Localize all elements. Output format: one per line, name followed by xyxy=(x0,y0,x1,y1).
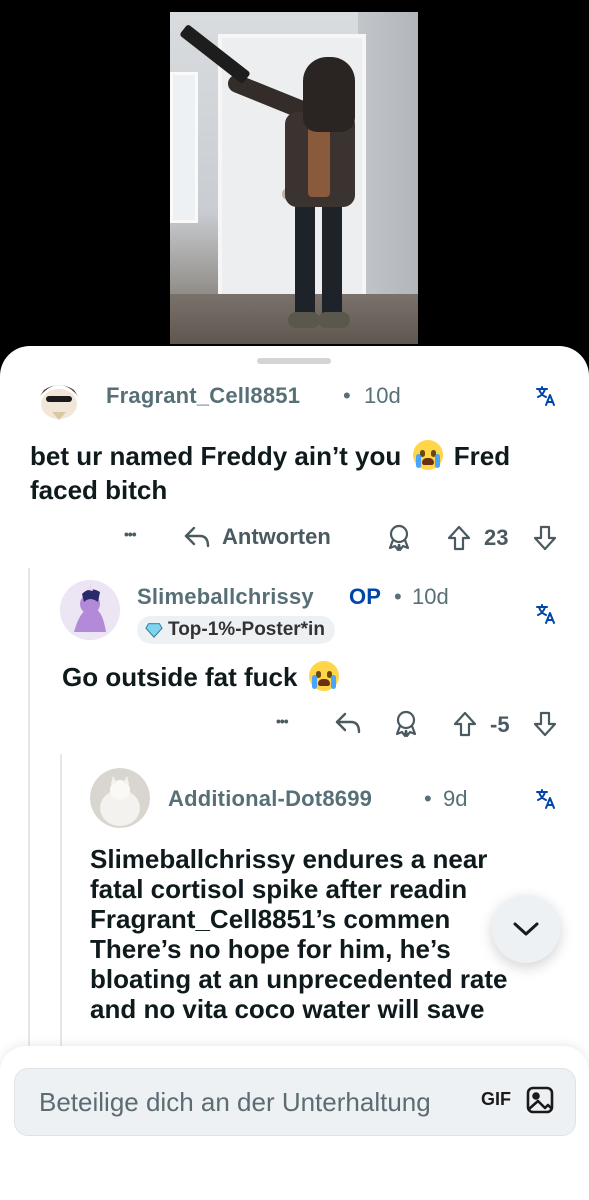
chevron-down-icon xyxy=(513,922,539,936)
award-icon xyxy=(388,524,410,552)
flair-label: Top-1%-Poster*in xyxy=(168,619,325,640)
downvote-icon xyxy=(533,525,557,551)
thread-line[interactable] xyxy=(28,568,30,1048)
award-button[interactable] xyxy=(393,710,419,738)
next-comment-button[interactable] xyxy=(492,895,560,963)
separator-dot: • xyxy=(394,584,402,609)
comment-line: and no vita coco water will save xyxy=(90,994,485,1024)
upvote-icon xyxy=(453,711,477,737)
more-options-button[interactable]: ••• xyxy=(276,713,289,729)
thread-line[interactable] xyxy=(60,754,62,1054)
meta-separator: • xyxy=(343,383,351,409)
more-options-button[interactable]: ••• xyxy=(124,526,137,542)
reply-label: Antworten xyxy=(222,524,331,549)
composer-bar: Beteilige dich an der Unterhaltung GIF xyxy=(0,1046,589,1200)
award-button[interactable] xyxy=(386,524,412,552)
loudly-crying-emoji xyxy=(412,440,443,470)
comments-sheet: Fragrant_Cell8851 • 10d bet ur named Fre… xyxy=(0,346,589,1200)
comment-author[interactable]: Additional-Dot8699 xyxy=(168,786,372,812)
comment-text-cont: Fred xyxy=(453,441,511,471)
reply-icon xyxy=(335,712,361,734)
vote-score: -5 xyxy=(490,712,510,738)
post-media[interactable] xyxy=(0,0,589,370)
comment-text: bet ur named Freddy ain’t you xyxy=(30,441,402,471)
upvote-button[interactable] xyxy=(452,710,478,738)
comment-line: Slimeballchrissy endures a near xyxy=(90,844,488,874)
downvote-icon xyxy=(533,711,557,737)
comment-time: 10d xyxy=(412,584,449,609)
score-value: -5 xyxy=(490,712,510,737)
meta-separator: • xyxy=(394,584,402,610)
avatar[interactable] xyxy=(90,768,150,828)
comment-body: Go outside fat fuck xyxy=(62,660,562,694)
comment-input[interactable]: Beteilige dich an der Unterhaltung GIF xyxy=(14,1068,576,1136)
reply-button[interactable]: Antworten xyxy=(182,524,331,550)
reply-icon xyxy=(184,526,210,548)
comment-author[interactable]: Fragrant_Cell8851 xyxy=(106,383,300,409)
comment-line: bloating at an unprecedented rate xyxy=(90,964,508,994)
downvote-button[interactable] xyxy=(532,524,558,552)
downvote-button[interactable] xyxy=(532,710,558,738)
composer-placeholder: Beteilige dich an der Unterhaltung xyxy=(39,1087,431,1117)
upvote-icon xyxy=(447,525,471,551)
avatar[interactable] xyxy=(30,374,88,420)
translate-icon[interactable] xyxy=(534,384,558,408)
gif-button[interactable]: GIF xyxy=(477,1089,515,1110)
comment-author[interactable]: Slimeballchrissy xyxy=(137,584,314,610)
comment-text: Go outside fat fuck xyxy=(62,662,298,692)
avatar[interactable] xyxy=(60,580,120,640)
drag-handle[interactable] xyxy=(257,358,331,364)
reply-button[interactable] xyxy=(333,710,363,736)
comment-text-line2: faced bitch xyxy=(30,475,168,505)
separator-dot: • xyxy=(343,383,351,408)
more-dots: ••• xyxy=(124,526,137,542)
op-badge: OP xyxy=(349,584,382,609)
translate-icon[interactable] xyxy=(534,787,558,811)
comment-line: fatal cortisol spike after readin xyxy=(90,874,468,904)
separator-dot: • xyxy=(424,786,432,811)
score-value: 23 xyxy=(484,525,509,550)
comment-body: bet ur named Freddy ain’t you Fred faced… xyxy=(30,439,570,507)
translate-icon[interactable] xyxy=(534,602,558,626)
image-icon[interactable] xyxy=(525,1085,555,1115)
upvote-button[interactable] xyxy=(446,524,472,552)
vote-score: 23 xyxy=(484,525,508,551)
loudly-crying-emoji xyxy=(308,661,339,691)
comment-time: 9d xyxy=(443,786,468,811)
award-icon xyxy=(395,710,417,738)
post-image[interactable] xyxy=(170,12,418,344)
comment-time: 10d xyxy=(364,383,401,408)
user-flair[interactable]: Top-1%-Poster*in xyxy=(137,616,335,644)
more-dots: ••• xyxy=(276,713,289,729)
meta-separator: • xyxy=(424,786,432,812)
diamond-icon xyxy=(145,623,163,638)
